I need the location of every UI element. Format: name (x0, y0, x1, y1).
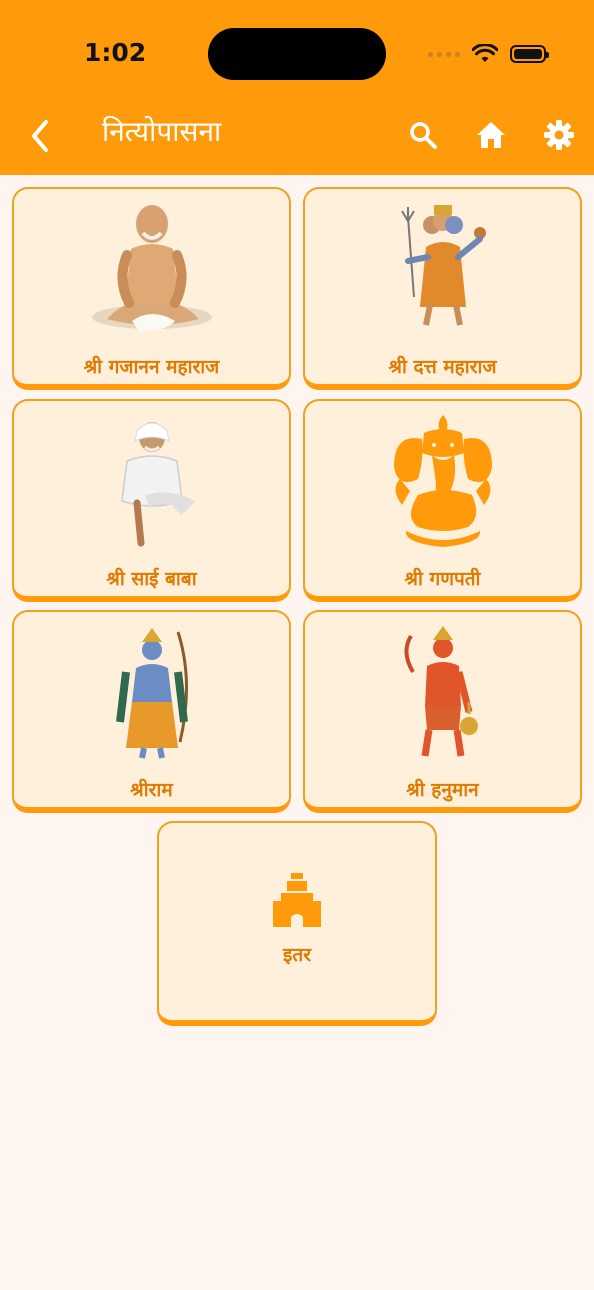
wifi-icon (472, 44, 498, 62)
card-datta-maharaj[interactable]: श्री दत्त महाराज (303, 187, 582, 390)
gear-icon[interactable] (542, 118, 576, 152)
shriram-image (115, 628, 188, 759)
datta-maharaj-image (400, 205, 486, 326)
status-indicators (428, 40, 549, 68)
card-gajanan-maharaj[interactable]: श्री गजानन महाराज (12, 187, 291, 390)
card-shriram[interactable]: श्रीराम (12, 610, 291, 813)
card-label: श्री गणपती (404, 568, 481, 590)
ganpati-image (393, 415, 492, 547)
card-ganpati[interactable]: श्री गणपती (303, 399, 582, 602)
battery-icon (510, 45, 549, 63)
status-time: 1:02 (84, 38, 147, 67)
card-hanuman[interactable]: श्री हनुमान (303, 610, 582, 813)
app-header: 1:02 नित्योपासना (0, 0, 594, 175)
back-button[interactable] (24, 116, 56, 156)
dynamic-island (208, 28, 386, 80)
card-label: श्रीराम (130, 779, 173, 801)
page-title: नित्योपासना (102, 115, 222, 148)
home-icon[interactable] (474, 118, 508, 152)
card-label: श्री दत्त महाराज (388, 356, 497, 378)
search-icon[interactable] (406, 118, 440, 152)
gajanan-maharaj-image (91, 205, 212, 331)
sai-baba-image (120, 422, 195, 547)
card-sai-baba[interactable]: श्री साई बाबा (12, 399, 291, 602)
card-label: श्री हनुमान (406, 779, 479, 801)
signal-icon (428, 51, 460, 57)
hanuman-image (404, 626, 478, 757)
card-label: श्री गजानन महाराज (83, 356, 220, 378)
card-label: इतर (283, 944, 311, 966)
card-label: श्री साई बाबा (106, 568, 197, 590)
temple-icon (273, 873, 321, 927)
card-itar[interactable]: इतर (157, 821, 437, 1026)
